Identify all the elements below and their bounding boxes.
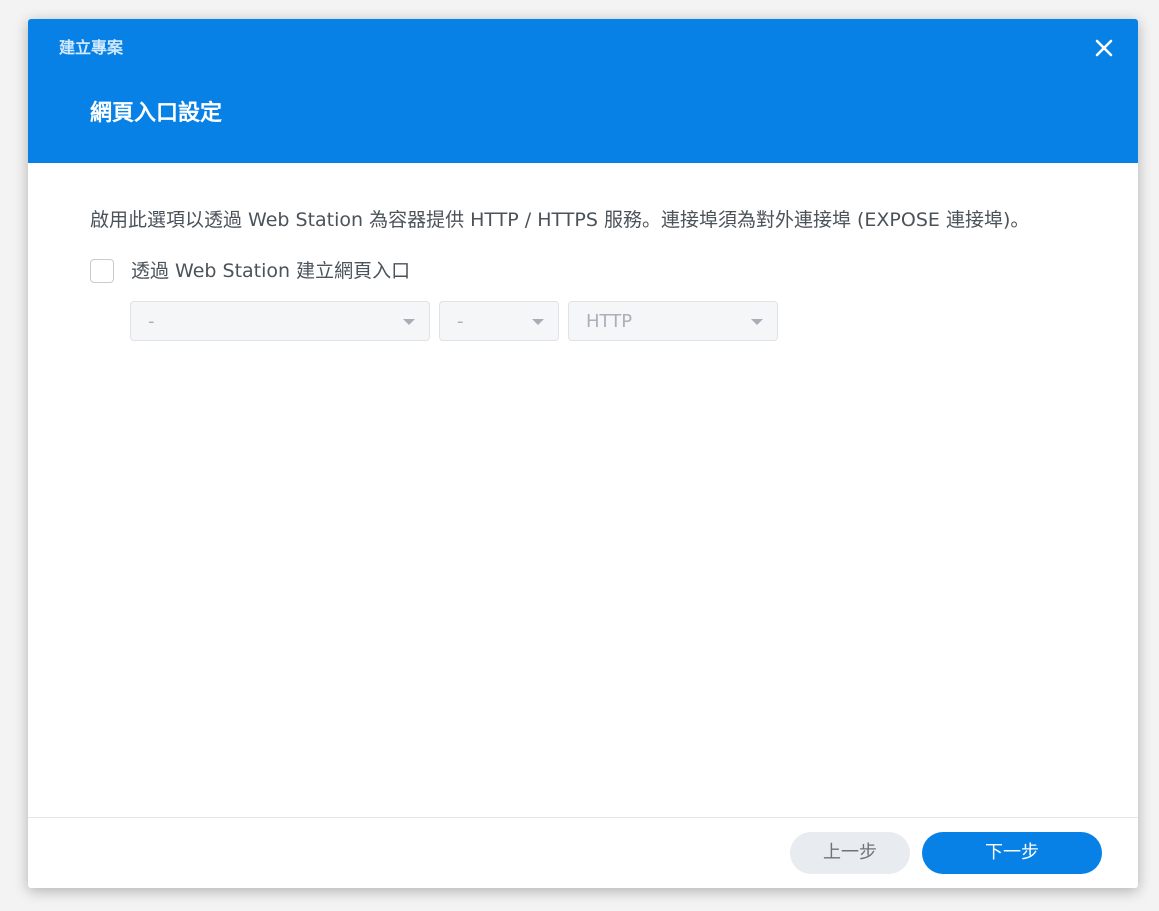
web-portal-checkbox-label[interactable]: 透過 Web Station 建立網頁入口: [131, 259, 410, 283]
port-select-value: -: [457, 311, 464, 332]
port-select[interactable]: -: [439, 301, 559, 341]
dialog-header: 建立專案 網頁入口設定: [28, 19, 1138, 163]
window-title: 建立專案: [59, 38, 124, 57]
web-portal-checkbox[interactable]: [90, 259, 114, 283]
chevron-down-icon: [532, 319, 544, 325]
protocol-select-value: HTTP: [586, 311, 633, 332]
host-select[interactable]: -: [130, 301, 430, 341]
chevron-down-icon: [751, 319, 763, 325]
description-text: 啟用此選項以透過 Web Station 為容器提供 HTTP / HTTPS …: [90, 209, 1030, 231]
next-button[interactable]: 下一步: [922, 832, 1102, 874]
previous-button[interactable]: 上一步: [790, 832, 910, 874]
chevron-down-icon: [403, 319, 415, 325]
host-select-value: -: [148, 311, 155, 332]
close-button[interactable]: [1092, 36, 1116, 60]
web-portal-checkbox-row[interactable]: 透過 Web Station 建立網頁入口: [90, 258, 410, 284]
step-title: 網頁入口設定: [90, 101, 223, 126]
protocol-select[interactable]: HTTP: [568, 301, 778, 341]
footer-divider: [28, 817, 1138, 818]
create-project-dialog: 建立專案 網頁入口設定 啟用此選項以透過 Web Station 為容器提供 H…: [28, 19, 1138, 888]
close-icon: [1095, 39, 1113, 57]
